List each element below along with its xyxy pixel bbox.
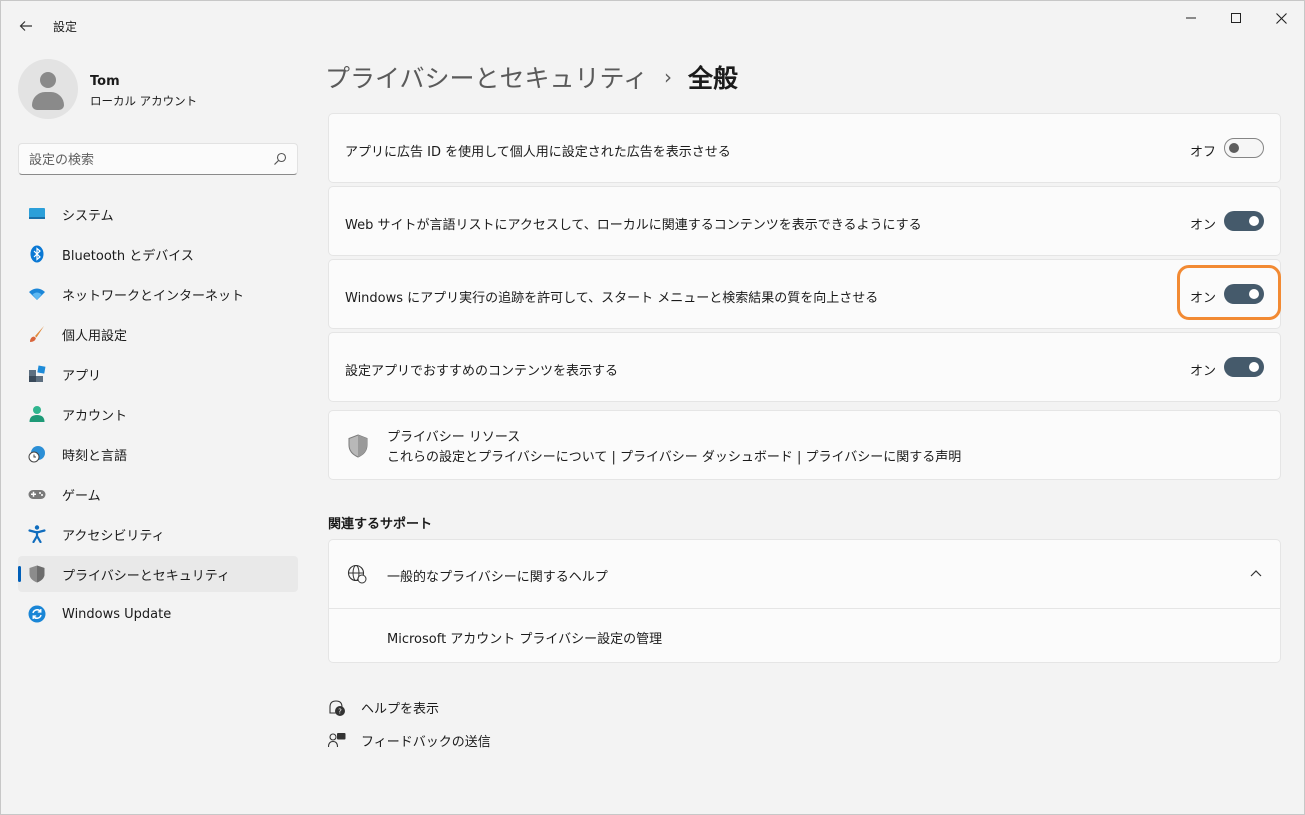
help-icon: ? bbox=[329, 699, 345, 716]
update-icon bbox=[28, 605, 46, 623]
get-help-label: ヘルプを表示 bbox=[361, 702, 440, 717]
svg-text:?: ? bbox=[338, 707, 342, 715]
setting-card-language-list: Web サイトが言語リストにアクセスして、ローカルに関連するコンテンツを表示でき… bbox=[328, 186, 1281, 256]
app-title: 設定 bbox=[53, 20, 78, 34]
chevron-up-icon[interactable] bbox=[1250, 569, 1262, 577]
minimize-icon bbox=[1186, 17, 1196, 19]
setting-card-suggested-content: 設定アプリでおすすめのコンテンツを表示する オン bbox=[328, 332, 1281, 402]
brush-icon bbox=[30, 326, 44, 342]
sidebar-item-bluetooth[interactable]: Bluetooth とデバイス bbox=[18, 236, 298, 272]
globe-help-icon bbox=[347, 564, 367, 584]
privacy-resources-links[interactable]: これらの設定とプライバシーについて | プライバシー ダッシュボード | プライ… bbox=[387, 446, 961, 465]
sidebar-item-gaming[interactable]: ゲーム bbox=[18, 476, 298, 512]
privacy-resources-title: プライバシー リソース bbox=[387, 430, 521, 445]
sidebar-item-label: 時刻と言語 bbox=[62, 448, 128, 464]
close-icon bbox=[1275, 12, 1287, 24]
sidebar-item-label: プライバシーとセキュリティ bbox=[62, 568, 230, 584]
settings-window: 設定 Tom ローカル アカウント システム Bluetooth とデバイス bbox=[0, 0, 1305, 815]
setting-label: Windows にアプリ実行の追跡を許可して、スタート メニューと検索結果の質を… bbox=[345, 291, 879, 306]
sidebar-item-network[interactable]: ネットワークとインターネット bbox=[18, 276, 298, 312]
toggle-state-label: オン bbox=[1190, 364, 1217, 379]
sidebar-item-label: Bluetooth とデバイス bbox=[62, 248, 194, 264]
sidebar-item-label: アカウント bbox=[62, 408, 128, 424]
privacy-resources-card: プライバシー リソース これらの設定とプライバシーについて | プライバシー ダ… bbox=[328, 410, 1281, 480]
user-name: Tom bbox=[90, 74, 120, 89]
page-title: 全般 bbox=[688, 64, 739, 93]
support-expander-header[interactable]: 一般的なプライバシーに関するヘルプ bbox=[329, 540, 1280, 608]
setting-card-app-launch-tracking: Windows にアプリ実行の追跡を許可して、スタート メニューと検索結果の質を… bbox=[328, 259, 1281, 329]
setting-label: Web サイトが言語リストにアクセスして、ローカルに関連するコンテンツを表示でき… bbox=[345, 218, 922, 233]
support-link[interactable]: Microsoft アカウント プライバシー設定の管理 bbox=[387, 628, 662, 647]
wifi-icon bbox=[29, 288, 45, 300]
sidebar-item-system[interactable]: システム bbox=[18, 196, 298, 232]
search-icon[interactable] bbox=[273, 152, 287, 166]
get-help-link[interactable]: ? ヘルプを表示 bbox=[328, 698, 439, 717]
divider bbox=[329, 608, 1280, 609]
support-expander: 一般的なプライバシーに関するヘルプ Microsoft アカウント プライバシー… bbox=[328, 539, 1281, 663]
sidebar-item-label: システム bbox=[62, 208, 114, 224]
setting-card-advertising-id: アプリに広告 ID を使用して個人用に設定された広告を表示させる オフ bbox=[328, 113, 1281, 183]
sidebar-item-accounts[interactable]: アカウント bbox=[18, 396, 298, 432]
maximize-button[interactable] bbox=[1214, 7, 1258, 29]
apps-icon bbox=[29, 365, 46, 382]
close-button[interactable] bbox=[1259, 7, 1303, 29]
search-box[interactable] bbox=[18, 143, 298, 175]
maximize-icon bbox=[1231, 13, 1241, 23]
sidebar-item-personalization[interactable]: 個人用設定 bbox=[18, 316, 298, 352]
sidebar-item-apps[interactable]: アプリ bbox=[18, 356, 298, 392]
feedback-link[interactable]: フィードバックの送信 bbox=[328, 731, 491, 750]
breadcrumb-separator: › bbox=[664, 65, 673, 89]
gamepad-icon bbox=[28, 490, 46, 499]
sidebar-item-label: 個人用設定 bbox=[62, 328, 128, 344]
language-list-toggle[interactable] bbox=[1224, 211, 1264, 231]
shield-icon bbox=[29, 565, 45, 583]
advertising-id-toggle[interactable] bbox=[1224, 138, 1264, 158]
sidebar-nav: システム Bluetooth とデバイス ネットワークとインターネット 個人用設… bbox=[18, 196, 298, 636]
back-button[interactable] bbox=[13, 13, 39, 39]
highlight-annotation bbox=[1177, 265, 1281, 320]
shield-icon bbox=[348, 434, 368, 458]
feedback-label: フィードバックの送信 bbox=[361, 735, 491, 750]
avatar[interactable] bbox=[18, 59, 78, 119]
support-expander-title: 一般的なプライバシーに関するヘルプ bbox=[387, 570, 608, 585]
globe-clock-icon bbox=[28, 446, 45, 463]
suggested-content-toggle[interactable] bbox=[1224, 357, 1264, 377]
sidebar-item-label: ネットワークとインターネット bbox=[62, 288, 245, 304]
title-bar: 設定 bbox=[1, 1, 1304, 49]
sidebar-item-windows-update[interactable]: Windows Update bbox=[18, 596, 298, 632]
accessibility-icon bbox=[28, 525, 46, 543]
toggle-state-label: オン bbox=[1190, 218, 1217, 233]
sidebar-item-label: アクセシビリティ bbox=[62, 528, 165, 544]
account-icon bbox=[29, 406, 45, 422]
bluetooth-icon bbox=[30, 245, 44, 263]
search-input[interactable] bbox=[29, 150, 259, 170]
feedback-icon bbox=[328, 732, 346, 747]
account-type: ローカル アカウント bbox=[90, 94, 198, 108]
minimize-button[interactable] bbox=[1169, 7, 1213, 29]
sidebar-item-label: アプリ bbox=[62, 368, 102, 384]
setting-label: アプリに広告 ID を使用して個人用に設定された広告を表示させる bbox=[345, 145, 731, 160]
toggle-state-label: オフ bbox=[1190, 145, 1217, 160]
sidebar-item-privacy-security[interactable]: プライバシーとセキュリティ bbox=[18, 556, 298, 592]
sidebar-item-accessibility[interactable]: アクセシビリティ bbox=[18, 516, 298, 552]
back-arrow-icon bbox=[19, 21, 32, 31]
breadcrumb: プライバシーとセキュリティ › 全般 bbox=[325, 59, 738, 95]
section-title: 関連するサポート bbox=[328, 517, 433, 532]
system-icon bbox=[29, 208, 45, 219]
sidebar-item-time-language[interactable]: 時刻と言語 bbox=[18, 436, 298, 472]
setting-label: 設定アプリでおすすめのコンテンツを表示する bbox=[345, 364, 619, 379]
sidebar-item-label: Windows Update bbox=[62, 606, 172, 622]
sidebar-item-label: ゲーム bbox=[62, 488, 101, 504]
breadcrumb-parent[interactable]: プライバシーとセキュリティ bbox=[325, 59, 648, 95]
